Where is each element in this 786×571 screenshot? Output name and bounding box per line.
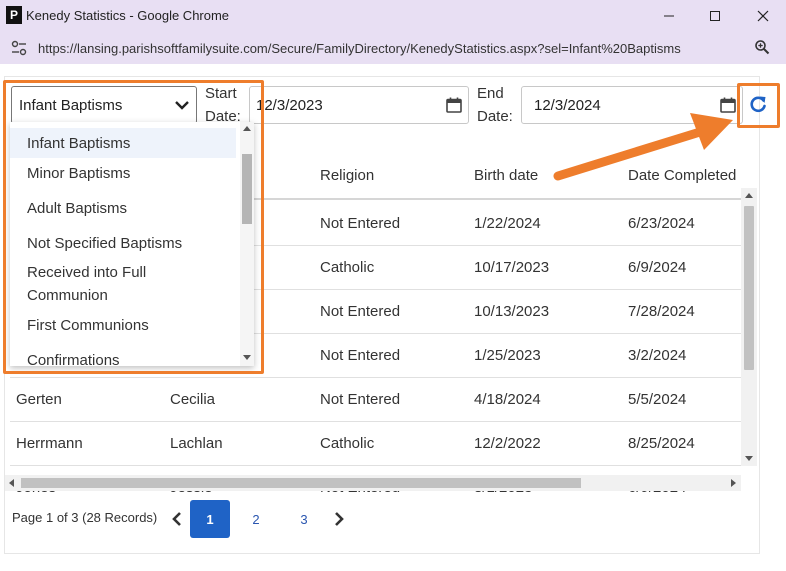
cell-religion: Not Entered (320, 215, 401, 232)
cell-birth-date: 12/2/2022 (474, 435, 541, 452)
window-titlebar: P Kenedy Statistics - Google Chrome (0, 0, 786, 32)
options-scroll-up-icon[interactable] (243, 126, 251, 131)
table-horizontal-scrollbar[interactable] (5, 475, 741, 491)
chevron-right-icon[interactable] (332, 510, 346, 528)
cell-last-name: Gerten (16, 391, 62, 408)
scroll-left-icon[interactable] (9, 479, 14, 487)
cell-date-completed: 3/2/2024 (628, 347, 687, 364)
address-bar: https://lansing.parishsoftfamilysuite.co… (0, 32, 786, 64)
page-3-button[interactable]: 3 (284, 500, 324, 538)
cell-religion: Not Entered (320, 347, 401, 364)
cell-religion: Not Entered (320, 391, 401, 408)
minimize-icon (664, 15, 674, 17)
cell-date-completed: 7/28/2024 (628, 303, 695, 320)
calendar-icon[interactable] (719, 96, 737, 114)
option-received-into-full-communion-line2[interactable]: Communion (10, 284, 236, 307)
close-icon (757, 10, 769, 22)
cell-birth-date: 10/17/2023 (474, 259, 550, 276)
header-date-completed[interactable]: Date Completed (628, 167, 736, 184)
cell-date-completed: 5/5/2024 (628, 391, 687, 408)
scroll-up-icon[interactable] (745, 193, 753, 198)
cell-birth-date: 1/22/2024 (474, 215, 541, 232)
cell-first-name: Cecilia (170, 391, 216, 408)
table-row[interactable]: Gerten Cecilia Not Entered 4/18/2024 5/5… (10, 378, 746, 422)
start-date-value: 12/3/2023 (256, 97, 323, 114)
start-date-input[interactable]: 12/3/2023 (249, 86, 469, 124)
maximize-button[interactable] (692, 0, 738, 32)
options-scroll-down-icon[interactable] (243, 355, 251, 360)
end-date-input[interactable]: 12/3/2024 (521, 86, 743, 124)
scroll-right-icon[interactable] (731, 479, 736, 487)
close-button[interactable] (740, 0, 786, 32)
cell-birth-date: 1/25/2023 (474, 347, 541, 364)
cell-religion: Catholic (320, 259, 375, 276)
cell-religion: Not Entered (320, 303, 401, 320)
header-birth-date[interactable]: Birth date (474, 167, 538, 184)
report-type-dropdown[interactable]: Infant Baptisms (11, 86, 197, 124)
calendar-icon[interactable] (445, 96, 463, 114)
cell-date-completed: 8/25/2024 (628, 435, 695, 452)
end-date-label-line2: Date: (477, 108, 513, 125)
cell-religion: Catholic (320, 435, 375, 452)
table-row[interactable]: Herrmann Lachlan Catholic 12/2/2022 8/25… (10, 422, 746, 466)
option-minor-baptisms[interactable]: Minor Baptisms (10, 162, 236, 185)
zoom-icon[interactable] (754, 39, 770, 55)
minimize-button[interactable] (646, 0, 692, 32)
chevron-left-icon[interactable] (170, 510, 184, 528)
horizontal-scroll-thumb[interactable] (21, 478, 581, 488)
option-adult-baptisms[interactable]: Adult Baptisms (10, 197, 236, 220)
app-logo-icon: P (6, 6, 22, 24)
vertical-scroll-thumb[interactable] (744, 206, 754, 370)
header-religion[interactable]: Religion (320, 167, 374, 184)
cell-date-completed: 6/9/2024 (628, 259, 687, 276)
cell-first-name: Lachlan (170, 435, 223, 452)
refresh-button[interactable] (743, 89, 773, 119)
table-vertical-scrollbar[interactable] (741, 188, 757, 466)
option-first-communions[interactable]: First Communions (10, 314, 236, 337)
chevron-down-icon (175, 101, 189, 110)
option-confirmations[interactable]: Confirmations (10, 349, 236, 366)
report-type-selected: Infant Baptisms (19, 97, 123, 114)
cell-birth-date: 4/18/2024 (474, 391, 541, 408)
url-text[interactable]: https://lansing.parishsoftfamilysuite.co… (38, 41, 681, 56)
maximize-icon (710, 11, 720, 21)
scroll-down-icon[interactable] (745, 456, 753, 461)
cell-last-name: Herrmann (16, 435, 83, 452)
page-1-button[interactable]: 1 (190, 500, 230, 538)
option-received-into-full-communion[interactable]: Received into Full (10, 261, 236, 284)
window-title: Kenedy Statistics - Google Chrome (26, 8, 230, 23)
cell-birth-date: 10/13/2023 (474, 303, 550, 320)
refresh-icon (750, 96, 766, 113)
end-date-value: 12/3/2024 (534, 97, 601, 114)
option-not-specified-baptisms[interactable]: Not Specified Baptisms (10, 232, 236, 255)
option-infant-baptisms[interactable]: Infant Baptisms (10, 128, 236, 158)
pager-summary: Page 1 of 3 (28 Records) (12, 510, 158, 525)
options-scrollbar[interactable] (240, 122, 254, 366)
start-date-label-line1: Start (205, 85, 237, 102)
report-type-options: Infant Baptisms Minor Baptisms Adult Bap… (10, 122, 254, 366)
end-date-label-line1: End (477, 85, 504, 102)
page-2-button[interactable]: 2 (236, 500, 276, 538)
cell-date-completed: 6/23/2024 (628, 215, 695, 232)
options-scroll-thumb[interactable] (242, 154, 252, 224)
site-settings-icon[interactable] (10, 40, 28, 56)
